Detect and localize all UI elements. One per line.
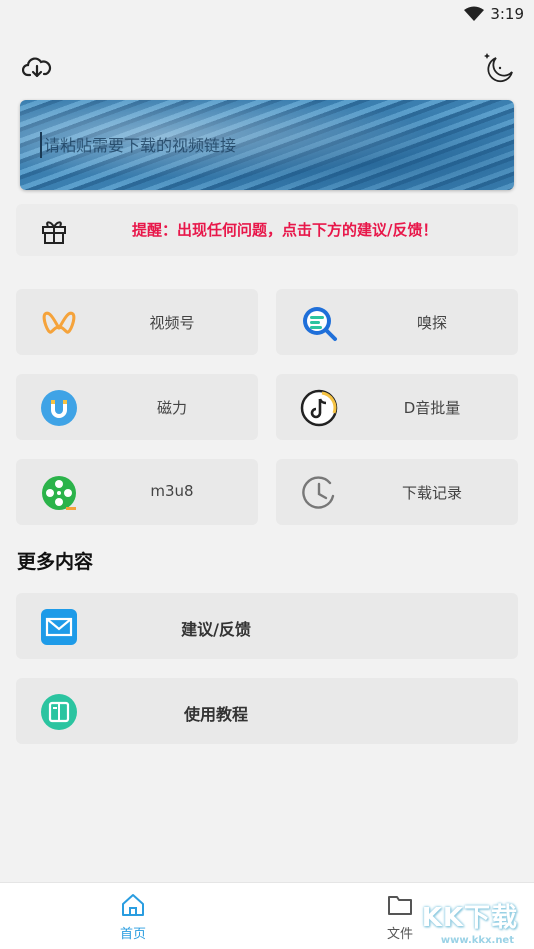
card-label: D音批量	[403, 399, 461, 417]
watermark-url: www.kkx.net	[440, 935, 514, 946]
card-label: m3u8	[150, 482, 194, 500]
tutorial-button[interactable]: 使用教程	[16, 678, 518, 744]
card-shipinhao[interactable]: 视频号	[16, 289, 258, 355]
card-dyin[interactable]: D音批量	[276, 374, 518, 440]
history-clock-icon	[302, 476, 335, 509]
feedback-button[interactable]: 建议/反馈	[16, 593, 518, 659]
card-cili[interactable]: 磁力	[16, 374, 258, 440]
film-reel-icon	[42, 476, 76, 510]
gift-icon	[42, 221, 66, 244]
watermark-logo: KK下载	[421, 903, 518, 933]
book-icon	[41, 694, 77, 730]
tutorial-label: 使用教程	[183, 705, 248, 724]
status-time: 3:19	[490, 5, 524, 23]
card-download-history[interactable]: 下载记录	[276, 459, 518, 525]
notice-text: 提醒：出现任何问题，点击下方的建议/反馈！	[132, 221, 438, 239]
sniff-search-icon	[303, 307, 337, 341]
tiktok-music-icon	[300, 389, 338, 427]
nav-home[interactable]: 首页	[103, 893, 163, 942]
status-bar: 3:19	[0, 0, 534, 30]
notice-bar: 提醒：出现任何问题，点击下方的建议/反馈！	[16, 204, 518, 256]
home-icon	[122, 894, 144, 916]
night-mode-icon[interactable]	[482, 50, 516, 84]
link-input-banner	[20, 100, 514, 190]
link-input[interactable]	[40, 132, 490, 158]
card-label: 嗅探	[416, 314, 447, 332]
feedback-label: 建议/反馈	[181, 620, 251, 639]
section-title-more: 更多内容	[17, 551, 94, 573]
magnet-icon	[41, 390, 77, 426]
card-label: 磁力	[156, 399, 187, 417]
butterfly-icon	[42, 311, 76, 334]
card-xiutan[interactable]: 嗅探	[276, 289, 518, 355]
cloud-download-icon[interactable]	[22, 56, 52, 80]
card-label: 下载记录	[401, 484, 462, 502]
folder-icon	[388, 896, 412, 915]
nav-home-label: 首页	[119, 927, 146, 942]
mail-icon	[41, 609, 77, 645]
wifi-icon	[464, 6, 484, 21]
card-label: 视频号	[149, 314, 195, 332]
card-m3u8[interactable]: m3u8	[16, 459, 258, 525]
